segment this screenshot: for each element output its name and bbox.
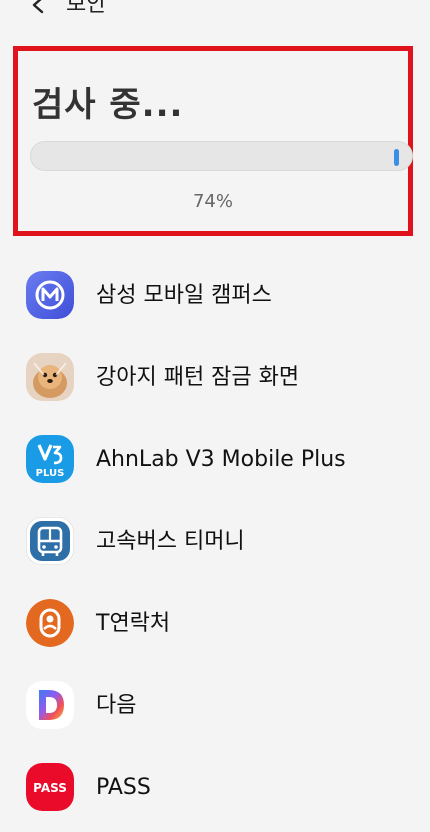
page-title: 보안 [66, 0, 107, 17]
scan-status-panel: 검사 중... 74% [13, 46, 413, 236]
list-item[interactable]: T연락처 [0, 586, 430, 668]
puppy-lockscreen-icon [26, 353, 74, 401]
app-label: 삼성 모바일 캠퍼스 [96, 283, 272, 308]
v3-icon: PLUS [26, 435, 74, 483]
app-label: AhnLab V3 Mobile Plus [96, 447, 346, 472]
t-contacts-icon [26, 599, 74, 647]
progress-marker [394, 149, 399, 166]
top-bar: 보안 [0, 0, 430, 30]
daum-icon [26, 681, 74, 729]
app-label: 강아지 패턴 잠금 화면 [96, 365, 300, 390]
list-item[interactable]: 삼성 모바일 캠퍼스 [0, 258, 430, 340]
list-item[interactable]: PLUS AhnLab V3 Mobile Plus [0, 422, 430, 504]
app-label: 고속버스 티머니 [96, 529, 245, 554]
progress-percent: 74% [192, 191, 233, 212]
v3-icon-text: PLUS [36, 468, 65, 479]
pass-icon-text: PASS [33, 781, 67, 795]
app-label: PASS [96, 775, 151, 800]
list-item[interactable]: 강아지 패턴 잠금 화면 [0, 340, 430, 422]
list-item[interactable]: PASS PASS [0, 750, 430, 832]
bus-icon [26, 517, 74, 565]
chevron-left-icon[interactable] [26, 0, 52, 20]
scan-status-title: 검사 중... [32, 85, 184, 125]
list-item[interactable]: 다음 [0, 668, 430, 750]
scan-progress-bar [30, 141, 413, 171]
app-label: 다음 [96, 693, 137, 718]
app-label: T연락처 [96, 611, 171, 636]
list-item[interactable]: 고속버스 티머니 [0, 504, 430, 586]
samsung-campus-icon [26, 271, 74, 319]
app-list: 삼성 모바일 캠퍼스 강아지 패턴 잠금 화면 PLUS AhnLab V3 M… [0, 258, 430, 832]
